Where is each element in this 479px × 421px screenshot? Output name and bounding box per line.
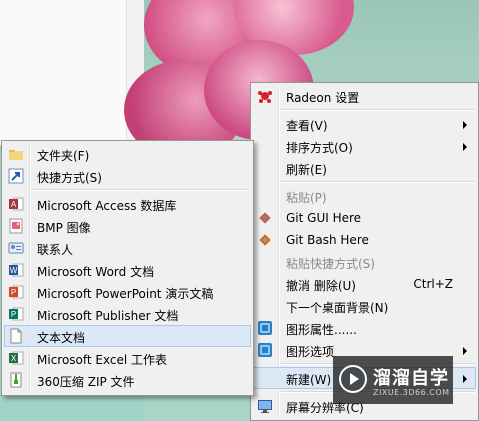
menu-item-sort-by[interactable]: 排序方式(O) <box>253 135 476 157</box>
watermark-title: 溜溜自学 <box>373 368 449 389</box>
publisher-icon: P <box>8 306 24 322</box>
radeon-icon <box>257 88 273 104</box>
menu-item-label: Radeon 设置 <box>286 91 360 105</box>
access-icon: A <box>8 196 24 212</box>
menu-item-git-gui-here[interactable]: Git GUI Here <box>253 207 476 229</box>
menu-item-label: 文本文档 <box>37 331 86 345</box>
menu-separator <box>281 181 475 183</box>
svg-text:A: A <box>11 200 17 209</box>
play-logo-icon <box>339 365 367 393</box>
new-item-contact[interactable]: 联系人 <box>4 237 251 259</box>
menu-item-label: 图形选项 <box>286 345 335 359</box>
menu-item-view[interactable]: 查看(V) <box>253 113 476 135</box>
new-submenu: 文件夹(F) 快捷方式(S) A Microsoft Access 数据库 BM… <box>1 140 254 396</box>
shortcut-icon <box>8 168 24 184</box>
graphics-options-icon <box>257 342 273 358</box>
menu-item-label: Git Bash Here <box>286 233 369 247</box>
submenu-arrow-icon <box>463 375 467 383</box>
menu-item-label: 联系人 <box>37 243 74 257</box>
menu-item-label: Microsoft PowerPoint 演示文稿 <box>37 287 214 301</box>
menu-separator <box>281 109 475 111</box>
new-item-text-document[interactable]: 文本文档 <box>4 325 251 347</box>
watermark-subtitle: ZIXUE.3D66.COM <box>373 388 450 397</box>
screen-resolution-icon <box>257 398 273 414</box>
excel-icon: X <box>8 350 24 366</box>
zip-icon <box>8 372 24 388</box>
menu-item-radeon-settings[interactable]: Radeon 设置 <box>253 85 476 107</box>
menu-item-label: 刷新(E) <box>286 163 327 177</box>
menu-item-label: 图形属性...... <box>286 323 357 337</box>
submenu-arrow-icon <box>463 347 467 355</box>
menu-item-label: Microsoft Publisher 文档 <box>37 309 179 323</box>
svg-text:P: P <box>11 310 16 319</box>
menu-item-shortcut: Ctrl+Z <box>413 277 453 291</box>
menu-item-label: Microsoft Word 文档 <box>37 265 155 279</box>
menu-item-label: 新建(W) <box>286 373 332 387</box>
new-item-access-database[interactable]: A Microsoft Access 数据库 <box>4 193 251 215</box>
menu-item-paste-shortcut[interactable]: 粘贴快捷方式(S) <box>253 251 476 273</box>
menu-item-paste[interactable]: 粘贴(P) <box>253 185 476 207</box>
svg-text:P: P <box>11 288 16 297</box>
menu-item-label: 快捷方式(S) <box>37 171 102 185</box>
bmp-image-icon <box>8 218 24 234</box>
new-item-shortcut[interactable]: 快捷方式(S) <box>4 165 251 187</box>
powerpoint-icon: P <box>8 284 24 300</box>
new-item-publisher-document[interactable]: P Microsoft Publisher 文档 <box>4 303 251 325</box>
new-item-zip-file[interactable]: 360压缩 ZIP 文件 <box>4 369 251 391</box>
menu-item-label: 360压缩 ZIP 文件 <box>37 375 135 389</box>
menu-item-label: 撤消 删除(U) <box>286 279 356 293</box>
git-gui-icon <box>257 210 273 226</box>
new-item-word-document[interactable]: W Microsoft Word 文档 <box>4 259 251 281</box>
folder-icon <box>8 146 24 162</box>
menu-item-label: Microsoft Excel 工作表 <box>37 353 168 367</box>
menu-item-refresh[interactable]: 刷新(E) <box>253 157 476 179</box>
git-bash-icon <box>257 232 273 248</box>
menu-item-label: 文件夹(F) <box>37 149 90 163</box>
menu-item-label: 粘贴快捷方式(S) <box>286 257 375 271</box>
svg-text:W: W <box>10 266 18 275</box>
menu-item-undo-delete[interactable]: 撤消 删除(U) Ctrl+Z <box>253 273 476 295</box>
new-item-bmp-image[interactable]: BMP 图像 <box>4 215 251 237</box>
submenu-arrow-icon <box>463 143 467 151</box>
menu-item-label: 排序方式(O) <box>286 141 353 155</box>
menu-item-label: BMP 图像 <box>37 221 91 235</box>
text-document-icon <box>8 328 24 344</box>
explorer-window-fragment <box>0 0 144 145</box>
submenu-arrow-icon <box>463 121 467 129</box>
menu-item-label: Git GUI Here <box>286 211 362 225</box>
contact-icon <box>8 240 24 256</box>
new-item-powerpoint-presentation[interactable]: P Microsoft PowerPoint 演示文稿 <box>4 281 251 303</box>
menu-item-graphics-properties[interactable]: 图形属性...... <box>253 317 476 339</box>
new-item-folder[interactable]: 文件夹(F) <box>4 143 251 165</box>
new-item-excel-worksheet[interactable]: X Microsoft Excel 工作表 <box>4 347 251 369</box>
menu-item-label: 查看(V) <box>286 119 328 133</box>
graphics-properties-icon <box>257 320 273 336</box>
word-icon: W <box>8 262 24 278</box>
svg-text:X: X <box>11 354 17 363</box>
menu-separator <box>32 189 250 191</box>
watermark: 溜溜自学 ZIXUE.3D66.COM <box>333 356 453 404</box>
menu-item-label: 下一个桌面背景(N) <box>286 301 389 315</box>
menu-item-git-bash-here[interactable]: Git Bash Here <box>253 229 476 251</box>
menu-item-label: Microsoft Access 数据库 <box>37 199 177 213</box>
menu-item-next-desktop-background[interactable]: 下一个桌面背景(N) <box>253 295 476 317</box>
menu-item-label: 粘贴(P) <box>286 191 327 205</box>
